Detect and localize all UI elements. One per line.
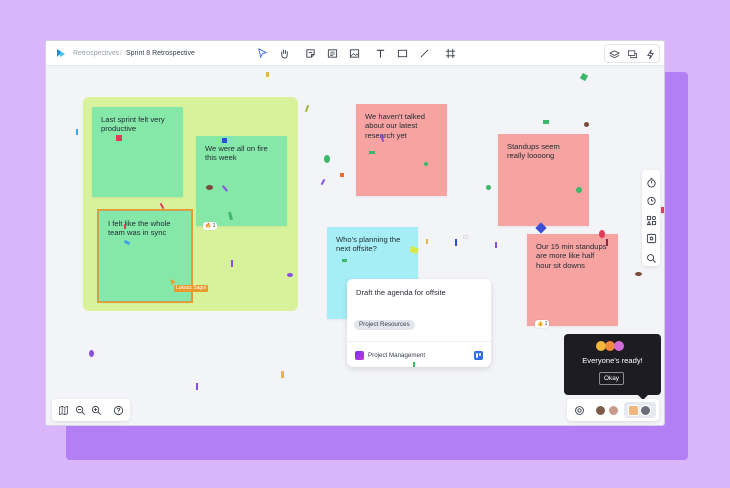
top-toolbar: Retrospectives / Sprint 8 Retrospective	[46, 41, 664, 66]
confetti	[661, 207, 664, 213]
okay-button[interactable]: Okay	[599, 372, 624, 385]
text-icon[interactable]	[374, 47, 386, 59]
confetti	[124, 224, 126, 229]
confetti	[606, 239, 608, 246]
sticky-text: Standups seem really loooong	[507, 142, 560, 161]
thumbs-up-icon	[628, 405, 639, 416]
breadcrumb-root[interactable]: Retrospectives	[73, 49, 119, 58]
confetti	[599, 230, 605, 238]
rectangle-icon[interactable]	[396, 47, 408, 59]
sticky-note[interactable]: Last sprint felt very productive	[92, 107, 183, 197]
confetti	[424, 162, 428, 166]
alarm-icon[interactable]	[645, 194, 657, 206]
confetti	[413, 362, 415, 367]
sticky-note[interactable]: Our 15 min standups are more like half h…	[527, 234, 618, 326]
confetti	[495, 242, 497, 248]
card-footer: Project Management	[347, 341, 491, 367]
confetti	[304, 104, 310, 113]
side-toolbar	[642, 170, 660, 266]
avatar[interactable]	[608, 405, 619, 416]
layers-icon[interactable]	[608, 48, 620, 60]
confetti	[116, 135, 122, 141]
task-card[interactable]: Draft the agenda for offsite Project Res…	[347, 279, 491, 367]
avatar	[640, 405, 651, 416]
image-icon[interactable]	[348, 47, 360, 59]
app-logo-icon	[57, 49, 65, 57]
confetti	[342, 259, 347, 262]
confetti	[196, 383, 198, 390]
cursor-icon[interactable]	[256, 47, 268, 59]
hand-icon[interactable]	[278, 47, 290, 59]
text-box-icon[interactable]	[326, 47, 338, 59]
confetti	[324, 155, 330, 163]
sticky-text: I felt like the whole team was in sync	[108, 219, 171, 238]
grid-icon[interactable]	[645, 232, 657, 244]
collaborator-cursor-label: Lukasz Sagol	[174, 285, 209, 292]
confetti	[340, 173, 344, 177]
popup-message: Everyone's ready!	[582, 356, 643, 365]
sticky-note[interactable]: We were all on fire this week	[196, 136, 287, 226]
card-tag[interactable]: Project Resources	[354, 320, 415, 330]
card-title: Draft the agenda for offsite	[356, 288, 446, 297]
confetti	[455, 239, 457, 246]
invite-icon[interactable]	[573, 404, 585, 416]
sticky-text: Who's planning the next offsite?	[336, 235, 401, 254]
confetti	[89, 350, 94, 357]
line-icon[interactable]	[418, 47, 430, 59]
confetti	[287, 273, 293, 277]
lightning-icon[interactable]	[644, 48, 656, 60]
sticky-text: Our 15 min standups are more like half h…	[536, 242, 607, 270]
help-icon[interactable]	[112, 404, 124, 416]
confetti	[584, 122, 589, 127]
confetti	[281, 371, 284, 378]
collaborators-bar	[567, 399, 659, 421]
confetti	[576, 187, 582, 193]
confetti	[635, 272, 642, 276]
confetti	[426, 239, 428, 244]
sticky-text: Last sprint felt very productive	[101, 115, 165, 134]
bottom-left-toolbar	[52, 399, 130, 421]
confetti	[320, 178, 326, 186]
avatar[interactable]	[595, 405, 606, 416]
confetti	[266, 72, 269, 77]
confetti	[369, 151, 375, 154]
ready-popup: Everyone's ready! Okay	[564, 334, 661, 400]
confetti	[76, 129, 78, 135]
zoom-out-icon[interactable]	[74, 404, 86, 416]
comments-icon[interactable]	[626, 48, 638, 60]
confetti	[579, 72, 589, 82]
confetti	[231, 260, 233, 267]
sticky-text: We were all on fire this week	[205, 144, 268, 163]
templates-icon[interactable]	[645, 214, 657, 226]
breadcrumb-separator: /	[120, 50, 122, 57]
confetti	[463, 235, 468, 239]
reaction-badge[interactable]: 👍 1	[535, 320, 550, 328]
reaction-group[interactable]	[624, 402, 656, 418]
confetti	[543, 120, 549, 124]
emoji-face-icon	[614, 341, 624, 351]
sticky-text: We haven't talked about our latest resea…	[365, 112, 425, 140]
right-toolbar	[604, 44, 660, 63]
project-icon	[355, 351, 364, 360]
reaction-badge[interactable]: 🔥 1	[203, 222, 218, 230]
trello-board-icon[interactable]	[474, 351, 483, 360]
confetti	[206, 185, 213, 190]
map-icon[interactable]	[57, 404, 69, 416]
zoom-in-icon[interactable]	[90, 404, 102, 416]
search-icon[interactable]	[645, 252, 657, 264]
sticky-note[interactable]: Standups seem really loooong	[498, 134, 589, 226]
frame-icon[interactable]	[444, 47, 456, 59]
confetti	[486, 185, 491, 190]
confetti	[222, 138, 227, 143]
board-title[interactable]: Sprint 8 Retrospective	[126, 49, 195, 58]
timer-icon[interactable]	[645, 176, 657, 188]
sticky-note[interactable]: We haven't talked about our latest resea…	[356, 104, 447, 196]
board-canvas[interactable]: Last sprint felt very productive We were…	[46, 67, 664, 425]
card-project[interactable]: Project Management	[368, 352, 425, 359]
sticky-note-icon[interactable]	[304, 47, 316, 59]
whiteboard-window: Retrospectives / Sprint 8 Retrospective	[45, 40, 665, 426]
